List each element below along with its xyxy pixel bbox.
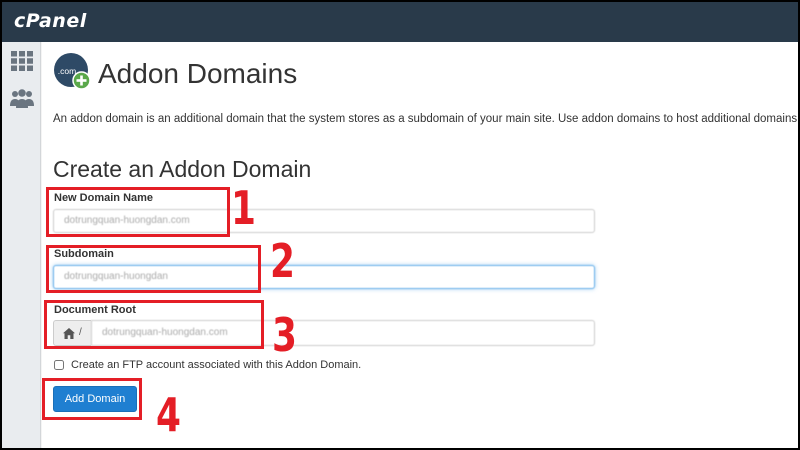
document-root-input[interactable]: dotrungquan-huongdan.com <box>91 320 595 346</box>
step-number-4: 4 <box>156 388 181 442</box>
new-domain-label: New Domain Name <box>54 192 154 204</box>
cpanel-logo[interactable]: cPanel <box>14 10 87 32</box>
page-description: An addon domain is an additional domain … <box>53 113 798 125</box>
new-domain-input[interactable]: dotrungquan-huongdan.com <box>53 209 595 233</box>
subdomain-label: Subdomain <box>54 248 114 260</box>
home-icon <box>63 328 75 339</box>
screenshot-frame: cPanel .com Addon Domains An addon domai… <box>0 0 800 450</box>
step-number-1: 1 <box>231 181 256 235</box>
step-number-2: 2 <box>270 234 295 288</box>
ftp-account-label[interactable]: Create an FTP account associated with th… <box>71 359 361 371</box>
top-bar: cPanel <box>2 2 798 42</box>
domain-icon-text: .com <box>58 66 76 76</box>
section-heading: Create an Addon Domain <box>53 156 312 182</box>
path-separator: / <box>79 327 82 338</box>
grid-icon[interactable] <box>10 50 34 72</box>
sidebar <box>2 42 41 448</box>
document-root-prefix: / <box>53 320 91 346</box>
document-root-label: Document Root <box>54 304 136 316</box>
add-domain-button[interactable]: Add Domain <box>53 386 137 412</box>
step-number-3: 3 <box>272 308 297 362</box>
ftp-account-checkbox[interactable] <box>54 360 64 370</box>
page-title: Addon Domains <box>98 58 298 89</box>
users-icon[interactable] <box>10 88 34 110</box>
subdomain-input[interactable]: dotrungquan-huongdan <box>53 265 595 289</box>
addon-domain-icon: .com <box>54 53 91 90</box>
